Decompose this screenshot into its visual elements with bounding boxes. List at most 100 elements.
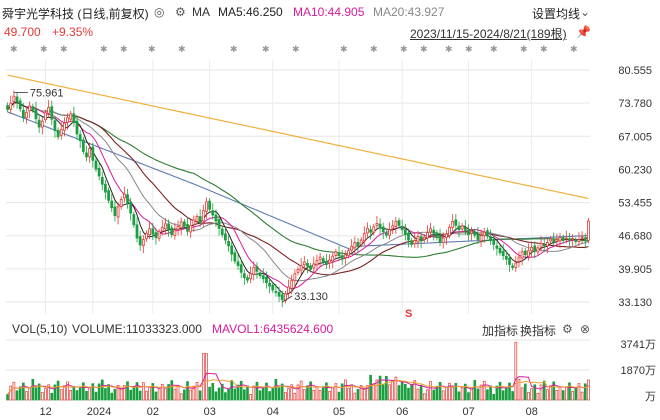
volume-bar[interactable] (40, 392, 44, 401)
volume-bar[interactable] (476, 388, 480, 401)
volume-bar[interactable] (501, 390, 505, 401)
candle[interactable] (261, 275, 265, 280)
volume-bar[interactable] (224, 392, 227, 401)
candle[interactable] (72, 113, 76, 124)
candle[interactable] (533, 245, 537, 252)
volume-bar[interactable] (129, 389, 133, 401)
candle[interactable] (290, 280, 294, 289)
volume-bar[interactable] (583, 383, 587, 401)
volume-bar[interactable] (432, 389, 436, 401)
volume-bar[interactable] (132, 386, 136, 401)
candle[interactable] (426, 232, 429, 239)
volume-bar[interactable] (400, 381, 404, 401)
candle[interactable] (508, 257, 511, 265)
candle[interactable] (482, 231, 486, 237)
gear-icon[interactable]: ⚙ (175, 5, 186, 19)
volume-bar[interactable] (176, 384, 180, 401)
candle[interactable] (28, 105, 32, 112)
volume-chart[interactable]: 3741万 1870万万 (0, 338, 660, 402)
candle[interactable] (438, 235, 442, 243)
candle[interactable] (467, 229, 470, 236)
volume-bar[interactable] (369, 374, 372, 401)
candle[interactable] (230, 245, 234, 255)
candle[interactable] (50, 106, 54, 120)
candle[interactable] (287, 286, 290, 294)
candle[interactable] (182, 221, 186, 227)
candle[interactable] (328, 259, 331, 264)
candle[interactable] (192, 219, 196, 226)
event-marker[interactable]: ✱ (465, 44, 473, 54)
candle[interactable] (378, 223, 382, 229)
candle[interactable] (583, 237, 587, 242)
candle[interactable] (189, 224, 193, 233)
volume-bar[interactable] (28, 387, 32, 401)
volume-bar[interactable] (404, 383, 407, 401)
candle[interactable] (211, 210, 215, 216)
volume-bar[interactable] (230, 380, 234, 401)
candle[interactable] (239, 264, 243, 273)
volume-bar[interactable] (268, 391, 271, 401)
candle[interactable] (205, 201, 208, 212)
candle[interactable] (217, 219, 221, 229)
volume-bar[interactable] (107, 384, 110, 401)
candle[interactable] (208, 200, 211, 210)
candle[interactable] (167, 223, 170, 230)
volume-bar[interactable] (113, 388, 117, 401)
volume-bar[interactable] (94, 391, 98, 401)
volume-bar[interactable] (72, 386, 76, 401)
close-icon[interactable]: ⊗ (580, 322, 590, 336)
volume-bar[interactable] (580, 391, 584, 401)
volume-bar[interactable] (50, 392, 54, 401)
candle[interactable] (397, 220, 401, 226)
candle[interactable] (31, 106, 35, 111)
event-marker[interactable]: ✱ (400, 44, 408, 54)
volume-bar[interactable] (445, 386, 448, 401)
candle[interactable] (546, 242, 549, 247)
volume-bar[interactable] (381, 384, 385, 401)
candle[interactable] (126, 194, 129, 204)
volume-bar[interactable] (388, 384, 391, 401)
volume-bar[interactable] (542, 380, 546, 401)
volume-bar[interactable] (63, 385, 66, 401)
candle[interactable] (574, 239, 578, 242)
candle[interactable] (407, 232, 410, 241)
volume-bar[interactable] (195, 382, 199, 401)
candle[interactable] (350, 245, 354, 251)
candle[interactable] (457, 225, 461, 231)
candle[interactable] (157, 231, 161, 239)
volume-bar[interactable] (157, 387, 161, 401)
candle[interactable] (81, 139, 85, 152)
candle[interactable] (135, 224, 139, 239)
candle[interactable] (25, 111, 28, 119)
candle[interactable] (527, 250, 530, 257)
volume-bar[interactable] (302, 389, 306, 401)
switch-indicator-button[interactable]: 换指标 (520, 322, 556, 339)
candle[interactable] (501, 250, 505, 257)
volume-bar[interactable] (530, 388, 533, 401)
candle[interactable] (246, 277, 249, 281)
event-marker[interactable]: ✱ (262, 44, 270, 54)
candle[interactable] (116, 206, 120, 218)
volume-bar[interactable] (287, 388, 290, 401)
volume-bar[interactable] (75, 390, 79, 401)
candle[interactable] (504, 256, 508, 260)
candle[interactable] (233, 252, 237, 262)
candle[interactable] (227, 241, 230, 247)
volume-bar[interactable] (164, 387, 167, 401)
event-marker[interactable]: ✱ (520, 44, 528, 54)
volume-bar[interactable] (88, 387, 91, 401)
candle[interactable] (422, 236, 426, 240)
candle[interactable] (94, 160, 98, 170)
candle[interactable] (173, 229, 177, 236)
candle[interactable] (388, 229, 391, 236)
candle[interactable] (132, 214, 136, 226)
candle[interactable] (265, 276, 268, 283)
volume-bar[interactable] (350, 384, 353, 401)
candle[interactable] (88, 148, 92, 158)
candle[interactable] (530, 246, 533, 252)
candle[interactable] (104, 183, 107, 193)
candle[interactable] (85, 152, 88, 158)
candle[interactable] (122, 193, 126, 199)
candle[interactable] (549, 238, 552, 242)
candle[interactable] (299, 265, 303, 271)
